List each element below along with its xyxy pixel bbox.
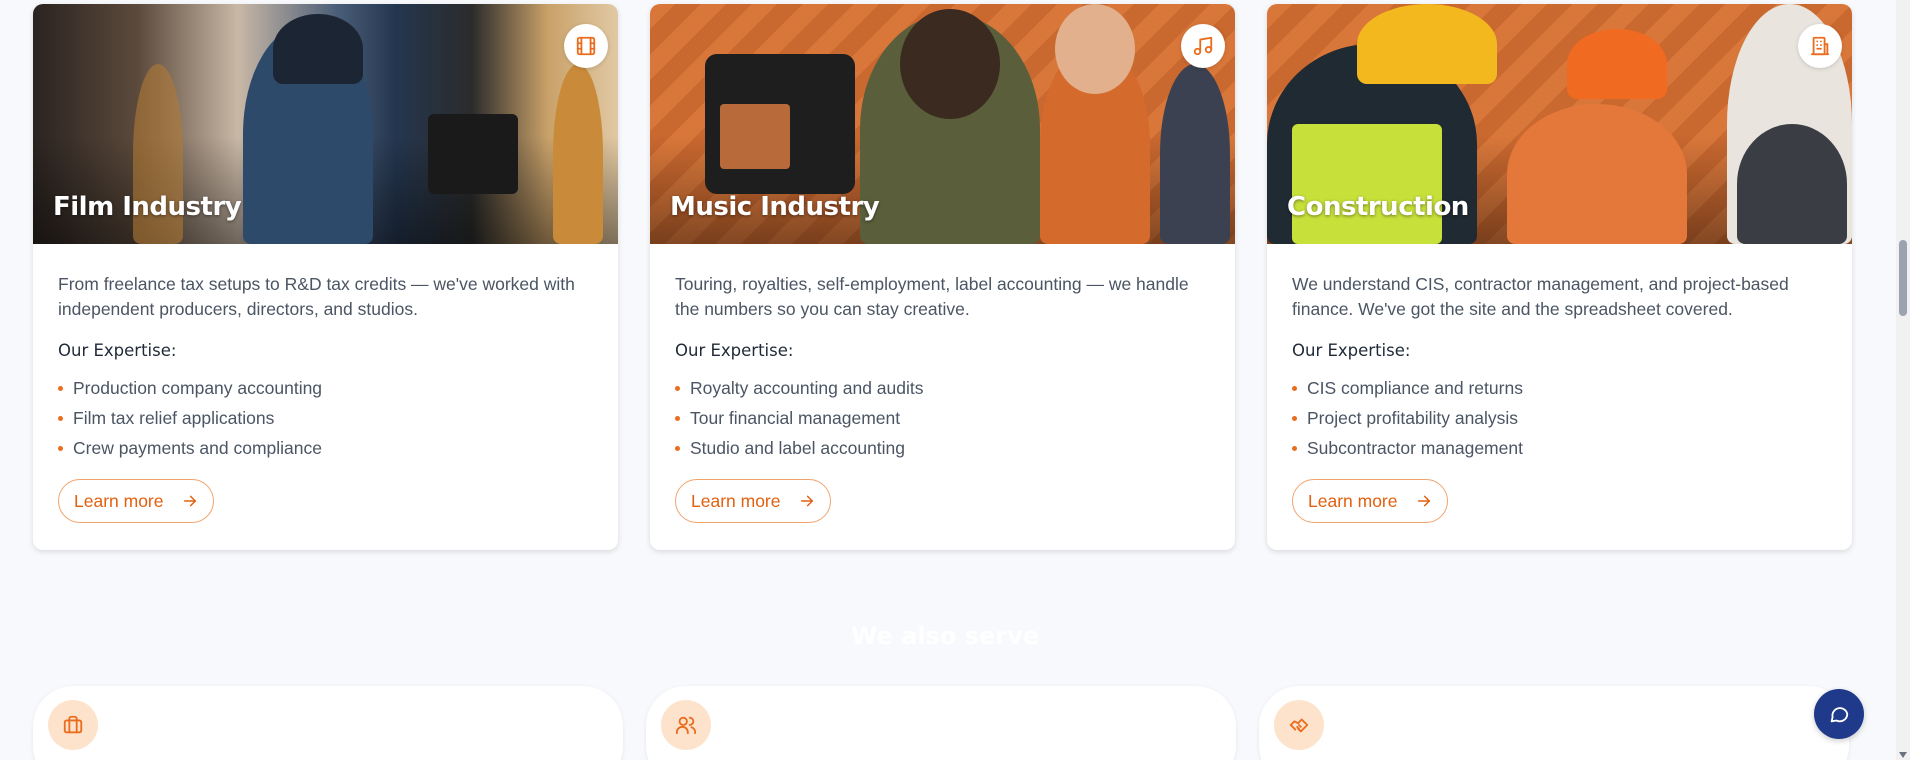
also-serve-cards (33, 686, 1849, 760)
expertise-list: Royalty accounting and audits Tour finan… (675, 373, 1210, 463)
list-item: Studio and label accounting (675, 433, 1210, 463)
expertise-heading: Our Expertise: (675, 341, 794, 360)
arrow-right-icon (800, 495, 813, 507)
music-note-icon (1181, 24, 1225, 68)
card-description: We understand CIS, contractor management… (1292, 274, 1789, 319)
expertise-heading: Our Expertise: (58, 341, 177, 360)
users-icon (661, 700, 711, 750)
list-item: CIS compliance and returns (1292, 373, 1827, 403)
learn-more-label: Learn more (1308, 490, 1398, 511)
expertise-list: CIS compliance and returns Project profi… (1292, 373, 1827, 463)
list-item: Crew payments and compliance (58, 433, 593, 463)
also-serve-card[interactable] (33, 686, 623, 760)
music-hero-image: Music Industry (650, 4, 1235, 244)
list-item: Production company accounting (58, 373, 593, 403)
chat-button[interactable] (1814, 689, 1864, 739)
list-item: Tour financial management (675, 403, 1210, 433)
building-icon (1798, 24, 1842, 68)
page-scrollbar[interactable] (1896, 0, 1910, 760)
expertise-heading: Our Expertise: (1292, 341, 1411, 360)
arrow-right-icon (1417, 495, 1430, 507)
arrow-right-icon (183, 495, 196, 507)
list-item: Project profitability analysis (1292, 403, 1827, 433)
list-item: Subcontractor management (1292, 433, 1827, 463)
card-film-industry: Film Industry From freelance tax setups … (33, 4, 618, 550)
list-item: Royalty accounting and audits (675, 373, 1210, 403)
card-title: Film Industry (53, 192, 242, 222)
learn-more-button[interactable]: Learn more (675, 479, 831, 523)
card-title: Construction (1287, 192, 1469, 222)
learn-more-label: Learn more (74, 490, 164, 511)
list-item: Film tax relief applications (58, 403, 593, 433)
scroll-down-arrow-icon[interactable] (1899, 752, 1907, 758)
industry-cards: Film Industry From freelance tax setups … (33, 4, 1852, 550)
card-description: Touring, royalties, self-employment, lab… (675, 274, 1189, 319)
also-serve-card[interactable] (1259, 686, 1849, 760)
scrollbar-thumb[interactable] (1899, 240, 1907, 316)
construction-hero-image: Construction (1267, 4, 1852, 244)
card-music-industry: Music Industry Touring, royalties, self-… (650, 4, 1235, 550)
card-title: Music Industry (670, 192, 880, 222)
briefcase-icon (48, 700, 98, 750)
expertise-list: Production company accounting Film tax r… (58, 373, 593, 463)
handshake-icon (1274, 700, 1324, 750)
film-icon (564, 24, 608, 68)
also-serve-heading: We also serve (850, 622, 1040, 650)
learn-more-label: Learn more (691, 490, 781, 511)
card-construction: Construction We understand CIS, contract… (1267, 4, 1852, 550)
also-serve-card[interactable] (646, 686, 1236, 760)
film-hero-image: Film Industry (33, 4, 618, 244)
learn-more-button[interactable]: Learn more (1292, 479, 1448, 523)
card-description: From freelance tax setups to R&D tax cre… (58, 274, 575, 319)
learn-more-button[interactable]: Learn more (58, 479, 214, 523)
chat-bubble-icon (1830, 707, 1849, 723)
